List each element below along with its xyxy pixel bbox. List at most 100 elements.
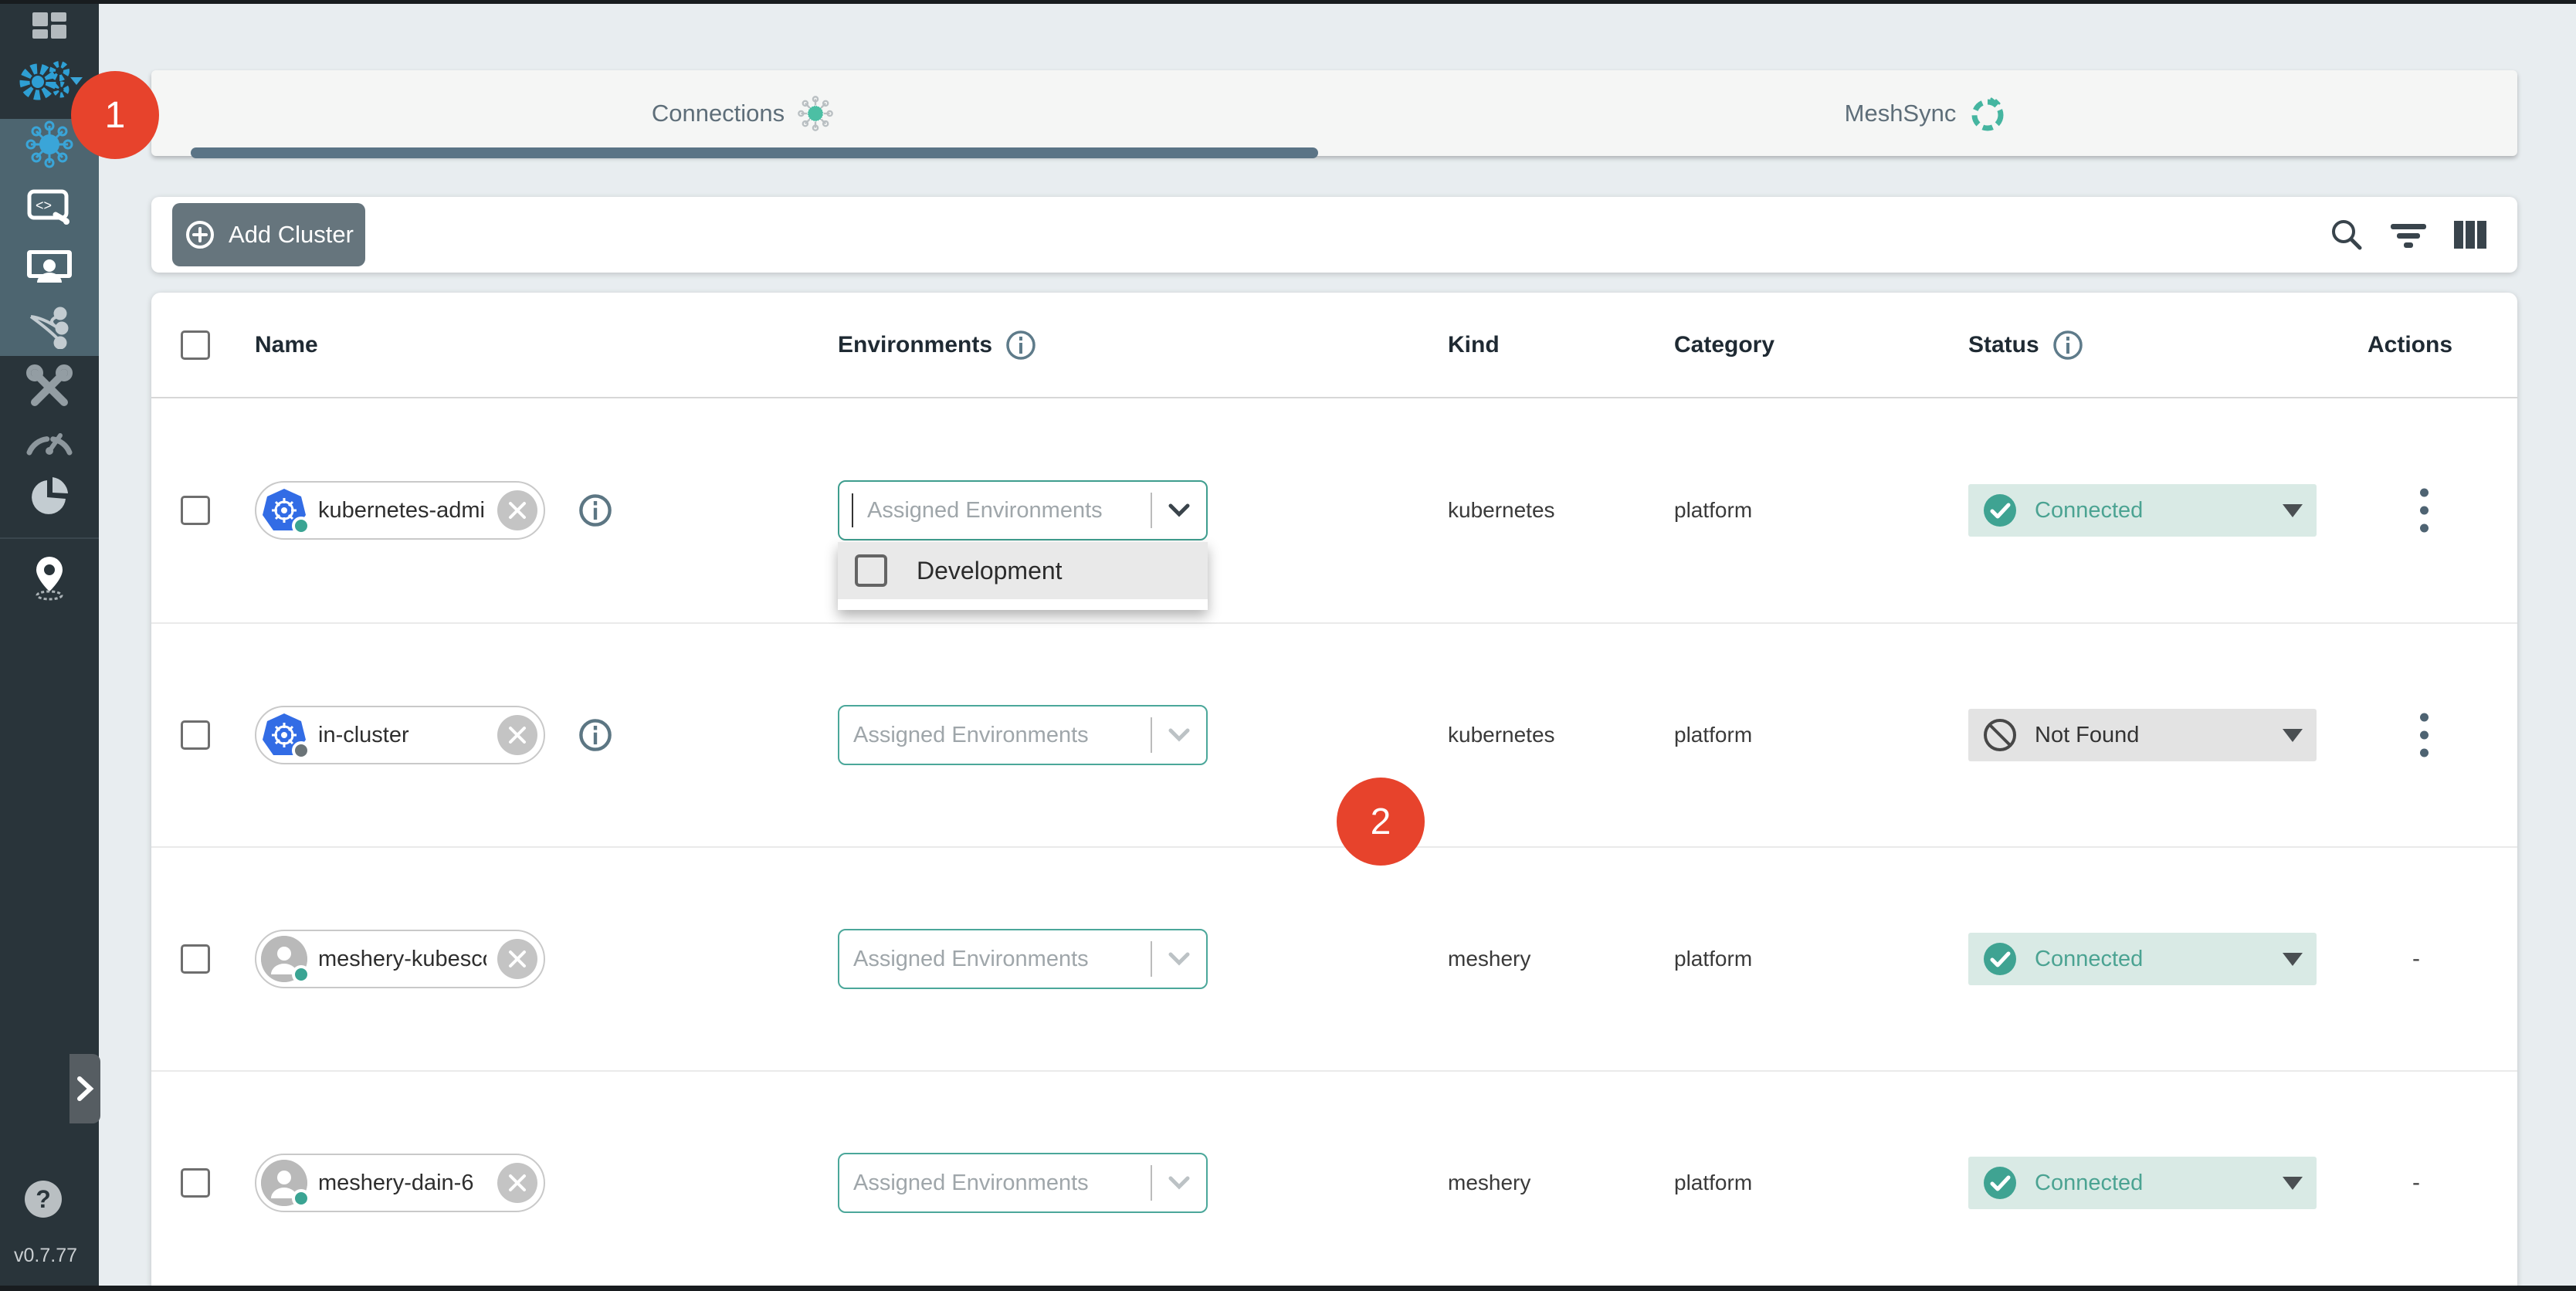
- status-label: Connected: [2035, 947, 2143, 972]
- status-info-icon[interactable]: [2052, 329, 2084, 361]
- tab-connections[interactable]: Connections: [151, 70, 1334, 156]
- check-circle-icon: [1982, 1165, 2018, 1201]
- text-cursor: [852, 493, 853, 527]
- category-cell: platform: [1674, 498, 1752, 523]
- user-avatar: [261, 936, 307, 982]
- kind-cell: kubernetes: [1448, 723, 1555, 747]
- select-all-checkbox[interactable]: [181, 330, 210, 360]
- sidebar-expand-button[interactable]: [69, 1054, 100, 1123]
- toolbox-wrench-icon[interactable]: [25, 364, 73, 412]
- header-environments-label: Environments: [838, 332, 992, 358]
- search-icon[interactable]: [2329, 217, 2364, 252]
- add-cluster-label: Add Cluster: [229, 221, 354, 249]
- app-version: v0.7.77: [14, 1245, 77, 1267]
- connection-status-dot: [292, 965, 310, 984]
- chevron-down-icon[interactable]: [1168, 951, 1191, 967]
- environment-option-development[interactable]: Development: [838, 542, 1208, 599]
- connection-name-chip[interactable]: meshery-dain-6: [255, 1154, 545, 1212]
- select-divider: [1151, 717, 1152, 753]
- connection-name-chip[interactable]: meshery-kubescop...: [255, 930, 545, 988]
- close-icon: [507, 949, 527, 969]
- environments-info-icon[interactable]: [1005, 329, 1037, 361]
- extensions-pie-icon[interactable]: [27, 474, 72, 519]
- check-circle-icon: [1982, 493, 2018, 528]
- tab-meshsync[interactable]: MeshSync: [1334, 70, 2517, 156]
- connection-status-dot: [292, 1189, 310, 1208]
- column-header-name[interactable]: Name: [255, 332, 318, 358]
- workspaces-user-screen-icon[interactable]: [25, 247, 73, 287]
- dashboard-icon[interactable]: [29, 8, 69, 48]
- environments-dropdown-menu: Development: [838, 542, 1208, 610]
- connection-name-label: meshery-kubescop...: [318, 947, 486, 972]
- status-chip-not-found[interactable]: Not Found: [1968, 709, 2317, 761]
- row-actions-menu-button[interactable]: [2415, 709, 2433, 762]
- row-checkbox[interactable]: [181, 944, 210, 974]
- close-icon: [507, 1173, 527, 1193]
- performance-speedometer-icon[interactable]: [25, 425, 74, 456]
- row-checkbox[interactable]: [181, 720, 210, 750]
- header-status-label: Status: [1968, 332, 2039, 358]
- chevron-down-icon[interactable]: [1168, 1175, 1191, 1191]
- remove-connection-button[interactable]: [497, 1163, 537, 1203]
- filter-icon[interactable]: [2389, 219, 2428, 250]
- option-checkbox[interactable]: [855, 554, 887, 587]
- table-row: kubernetes-admin... Assigned Environment…: [151, 398, 2517, 622]
- column-header-actions: Actions: [2368, 332, 2452, 358]
- category-cell: platform: [1674, 723, 1752, 747]
- sidebar: <>: [0, 0, 99, 1291]
- column-header-environments[interactable]: Environments: [838, 329, 1037, 361]
- status-chip-connected[interactable]: Connected: [1968, 1157, 2317, 1209]
- header-kind-label: Kind: [1448, 332, 1500, 358]
- lifecycle-gears-icon[interactable]: [16, 59, 83, 103]
- status-chip-connected[interactable]: Connected: [1968, 933, 2317, 985]
- connection-name-chip[interactable]: in-cluster: [255, 706, 545, 764]
- status-caret-icon: [2283, 1177, 2303, 1190]
- row-actions-empty: -: [2412, 1170, 2420, 1196]
- row-actions-empty: -: [2412, 946, 2420, 972]
- badge-1-number: 1: [105, 94, 126, 137]
- status-label: Connected: [2035, 1171, 2143, 1196]
- connections-nav-icon[interactable]: [25, 120, 73, 168]
- add-cluster-button[interactable]: Add Cluster: [172, 203, 365, 266]
- connection-status-dot: [292, 741, 310, 760]
- help-button[interactable]: ?: [25, 1181, 62, 1218]
- environments-placeholder: Assigned Environments: [853, 1171, 1089, 1196]
- status-caret-icon: [2283, 953, 2303, 966]
- environments-placeholder: Assigned Environments: [867, 498, 1103, 524]
- connection-info-icon[interactable]: [578, 717, 613, 753]
- prohibited-icon: [1982, 717, 2018, 753]
- select-divider: [1151, 941, 1152, 977]
- column-header-kind[interactable]: Kind: [1448, 332, 1500, 358]
- chevron-down-icon[interactable]: [1168, 503, 1191, 518]
- assigned-environments-select[interactable]: Assigned Environments: [838, 705, 1208, 765]
- pipeline-flow-icon[interactable]: [26, 306, 73, 349]
- close-icon: [507, 725, 527, 745]
- row-actions-menu-button[interactable]: [2415, 484, 2433, 537]
- row-checkbox[interactable]: [181, 1168, 210, 1198]
- connection-name-chip[interactable]: kubernetes-admin...: [255, 481, 545, 540]
- kind-cell: meshery: [1448, 1171, 1530, 1195]
- column-header-status[interactable]: Status: [1968, 329, 2084, 361]
- assigned-environments-select[interactable]: Assigned Environments: [838, 929, 1208, 989]
- remove-connection-button[interactable]: [497, 490, 537, 530]
- remove-connection-button[interactable]: [497, 715, 537, 755]
- select-divider: [1151, 493, 1152, 528]
- check-circle-icon: [1982, 941, 2018, 977]
- chevron-down-icon[interactable]: [1168, 727, 1191, 743]
- kubernetes-avatar: [261, 712, 307, 758]
- assigned-environments-select[interactable]: Assigned Environments: [838, 480, 1208, 540]
- row-checkbox[interactable]: [181, 496, 210, 525]
- column-header-category[interactable]: Category: [1674, 332, 1774, 358]
- connection-info-icon[interactable]: [578, 493, 613, 528]
- tab-connections-label: Connections: [652, 100, 785, 127]
- window-top-edge: [0, 0, 2576, 4]
- status-chip-connected[interactable]: Connected: [1968, 484, 2317, 537]
- adapters-code-icon[interactable]: <>: [26, 188, 73, 225]
- help-glyph: ?: [36, 1185, 51, 1214]
- assigned-environments-select[interactable]: Assigned Environments: [838, 1153, 1208, 1213]
- remove-connection-button[interactable]: [497, 939, 537, 979]
- table-header-row: Name Environments Kind Category Status A…: [151, 293, 2517, 398]
- location-pin-icon[interactable]: [29, 554, 69, 601]
- view-columns-icon[interactable]: [2452, 219, 2488, 250]
- select-divider: [1151, 1165, 1152, 1201]
